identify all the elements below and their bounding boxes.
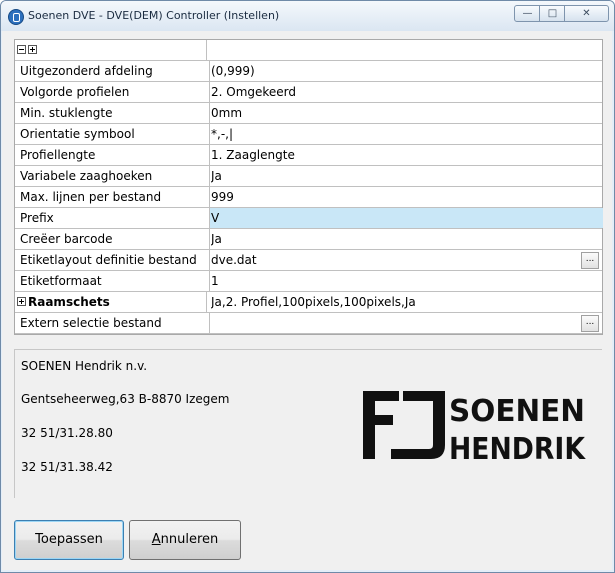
property-name: Raamschets <box>15 292 207 312</box>
property-value[interactable]: Ja <box>211 229 597 249</box>
property-value[interactable]: dve.dat <box>211 250 597 270</box>
expand-raamschets-icon[interactable] <box>17 297 26 306</box>
company-phone: 32 51/31.28.80 <box>21 426 113 440</box>
company-name: SOENEN Hendrik n.v. <box>21 359 148 373</box>
collapse-all-icon[interactable] <box>17 45 26 54</box>
window-title: Soenen DVE - DVE(DEM) Controller (Instel… <box>28 9 280 22</box>
property-value[interactable]: 999 <box>211 187 597 207</box>
property-name: Extern selectie bestand <box>15 313 210 333</box>
grid-row-etiketlayout[interactable]: Etiketlayout definitie bestand dve.dat .… <box>15 250 602 271</box>
property-name: Etiketlayout definitie bestand <box>15 250 210 270</box>
property-value[interactable]: 2. Omgekeerd <box>211 82 597 102</box>
prefix-input[interactable]: V <box>210 208 603 228</box>
expand-all-icon[interactable] <box>28 45 37 54</box>
grid-row-etiketformaat[interactable]: Etiketformaat 1 <box>15 271 602 292</box>
company-info-panel: SOENEN Hendrik n.v. Gentseheerweg,63 B-8… <box>14 349 602 498</box>
grid-row-max-lijnen[interactable]: Max. lijnen per bestand 999 <box>15 187 602 208</box>
maximize-icon: □ <box>547 8 558 19</box>
property-name: Uitgezonderd afdeling <box>15 61 210 81</box>
grid-row-variabele-zaaghoeken[interactable]: Variabele zaaghoeken Ja <box>15 166 602 187</box>
dialog-window: Soenen DVE - DVE(DEM) Controller (Instel… <box>0 0 615 573</box>
grid-row-extern-selectie[interactable]: Extern selectie bestand ... <box>15 313 602 334</box>
app-icon <box>8 9 24 25</box>
grid-row-creeer-barcode[interactable]: Creëer barcode Ja <box>15 229 602 250</box>
grid-row-min-stuklengte[interactable]: Min. stuklengte 0mm <box>15 103 602 124</box>
cancel-label: nnuleren <box>160 532 219 547</box>
logo-text-hendrik: HENDRIK <box>449 432 587 463</box>
company-address: Gentseheerweg,63 B-8870 Izegem <box>21 392 230 406</box>
close-button[interactable]: ✕ <box>564 5 609 22</box>
minimize-icon: — <box>522 8 533 19</box>
grid-row-uitgezonderd-afdeling[interactable]: Uitgezonderd afdeling (0,999) <box>15 61 602 82</box>
property-name: Variabele zaaghoeken <box>15 166 210 186</box>
property-value[interactable]: 1 <box>211 271 597 291</box>
apply-button[interactable]: Toepassen <box>14 520 124 560</box>
grid-row-raamschets[interactable]: Raamschets Ja,2. Profiel,100pixels,100pi… <box>15 292 602 313</box>
property-name: Prefix <box>15 208 210 228</box>
grid-row-volgorde-profielen[interactable]: Volgorde profielen 2. Omgekeerd <box>15 82 602 103</box>
property-name: Max. lijnen per bestand <box>15 187 210 207</box>
property-value[interactable]: *,-,| <box>211 124 597 144</box>
property-value[interactable]: Ja,2. Profiel,100pixels,100pixels,Ja <box>211 292 597 312</box>
company-fax: 32 51/31.38.42 <box>21 460 113 474</box>
property-value[interactable]: Ja <box>211 166 597 186</box>
grid-header-cell <box>15 40 207 60</box>
company-logo: SOENEN HENDRIK <box>363 391 587 463</box>
property-value[interactable]: 0mm <box>211 103 597 123</box>
browse-etiketlayout-button[interactable]: ... <box>581 252 599 269</box>
minimize-button[interactable]: — <box>514 5 541 22</box>
logo-text-soenen: SOENEN <box>449 394 585 429</box>
property-value[interactable]: (0,999) <box>211 61 597 81</box>
browse-extern-selectie-button[interactable]: ... <box>581 315 599 332</box>
dialog-client: Uitgezonderd afdeling (0,999) Volgorde p… <box>2 31 612 570</box>
close-icon: ✕ <box>582 8 591 19</box>
property-name: Orientatie symbool <box>15 124 210 144</box>
property-name: Etiketformaat <box>15 271 210 291</box>
cancel-accelerator: A <box>151 532 161 547</box>
grid-row-orientatie-symbool[interactable]: Orientatie symbool *,-,| <box>15 124 602 145</box>
property-name: Min. stuklengte <box>15 103 210 123</box>
property-value[interactable]: 1. Zaaglengte <box>211 145 597 165</box>
property-name: Volgorde profielen <box>15 82 210 102</box>
title-bar: Soenen DVE - DVE(DEM) Controller (Instel… <box>1 1 614 31</box>
property-value[interactable] <box>211 313 597 333</box>
grid-row-prefix[interactable]: Prefix V <box>15 208 603 229</box>
property-name: Profiellengte <box>15 145 210 165</box>
grid-header-row <box>15 40 602 61</box>
property-name: Creëer barcode <box>15 229 210 249</box>
maximize-button[interactable]: □ <box>539 5 566 22</box>
property-grid: Uitgezonderd afdeling (0,999) Volgorde p… <box>14 39 603 335</box>
raamschets-label: Raamschets <box>28 295 110 309</box>
cancel-button[interactable]: Annuleren <box>129 520 241 560</box>
grid-row-profiellengte[interactable]: Profiellengte 1. Zaaglengte <box>15 145 602 166</box>
